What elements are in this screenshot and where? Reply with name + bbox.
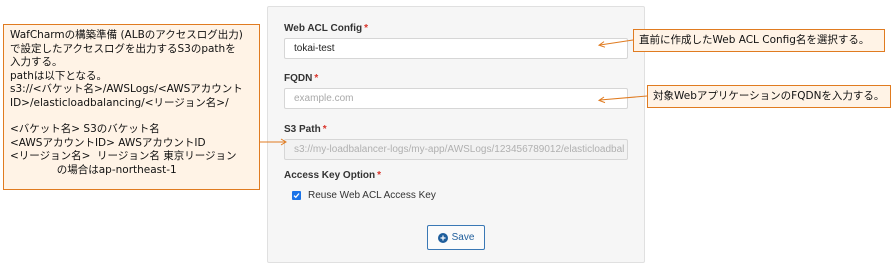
web-acl-annotation: 直前に作成したWeb ACL Config名を選択する。 (633, 29, 885, 52)
fqdn-annotation: 対象WebアプリケーションのFQDNを入力する。 (647, 85, 891, 108)
arrow-to-fqdn (599, 95, 648, 101)
arrow-to-web-acl (599, 39, 634, 46)
